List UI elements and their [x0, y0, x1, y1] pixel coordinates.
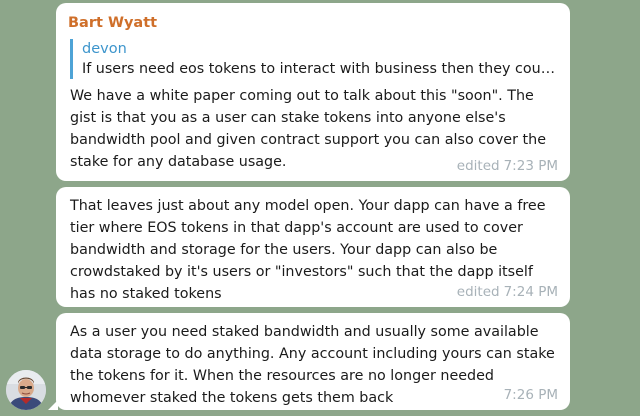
user-avatar-icon[interactable] [6, 370, 46, 410]
message-meta: edited 7:24 PM [457, 283, 558, 301]
message-text: As a user you need staked bandwidth and … [70, 324, 555, 406]
bubble-tail [48, 400, 58, 410]
message-time: 7:24 PM [503, 284, 558, 300]
edited-label: edited [456, 158, 500, 174]
sender-name[interactable]: Bart Wyatt [68, 13, 558, 33]
message-meta: 7:26 PM [504, 386, 558, 404]
avatar-portrait-icon [6, 370, 46, 410]
reply-quote[interactable]: devon If users need eos tokens to intera… [70, 39, 558, 79]
message-bubble[interactable]: Bart Wyatt devon If users need eos token… [56, 3, 570, 181]
reply-text: If users need eos tokens to interact wit… [82, 61, 558, 77]
message-bubble[interactable]: As a user you need staked bandwidth and … [56, 313, 570, 410]
message-meta: edited 7:23 PM [457, 157, 558, 175]
message-time: 7:23 PM [503, 158, 558, 174]
message-bubble[interactable]: That leaves just about any model open. Y… [56, 187, 570, 307]
edited-label: edited [456, 284, 500, 300]
reply-author: devon [82, 41, 127, 57]
message-time: 7:26 PM [503, 387, 558, 403]
